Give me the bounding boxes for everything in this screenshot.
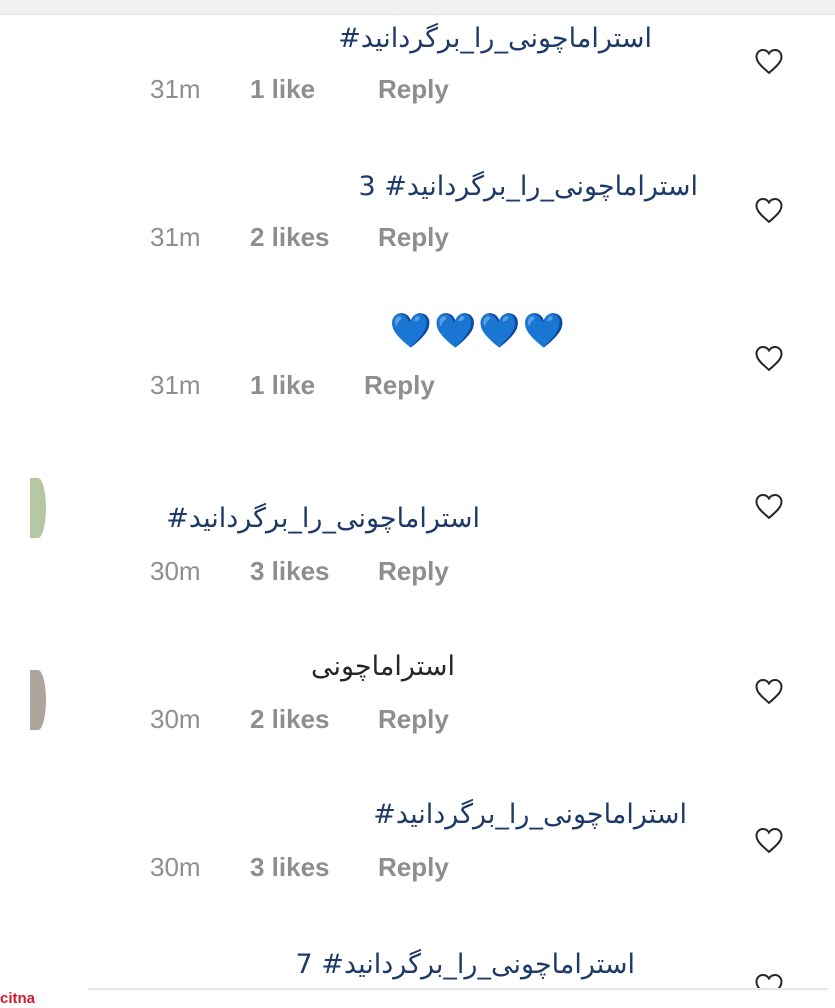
- comment-text: 💙💙💙💙: [390, 314, 567, 348]
- heart-outline-icon[interactable]: [754, 492, 784, 520]
- comment-item: استراماچونی_را_برگردانید# 31m 1 like Rep…: [0, 14, 835, 154]
- avatar[interactable]: [30, 478, 46, 538]
- comment-likes[interactable]: 1 like: [250, 370, 364, 401]
- comment-item: 💙💙💙💙 31m 1 like Reply: [0, 310, 835, 450]
- comment-time: 30m: [150, 852, 201, 882]
- comment-text: استراماچونی_را_برگردانید#: [338, 23, 652, 54]
- reply-button[interactable]: Reply: [364, 370, 435, 401]
- comments-screen: استراماچونی_را_برگردانید# 31m 1 like Rep…: [0, 0, 835, 1008]
- top-bar: [0, 0, 835, 15]
- comment-text: استراماچونی_را_برگردانید#: [373, 799, 687, 830]
- blue-heart-emoji: 💙💙💙💙: [389, 311, 567, 351]
- comment-meta: 31m 1 like Reply: [150, 370, 435, 401]
- comment-item: استراماچونی_را_برگردانید# 3 31m 2 likes …: [0, 162, 835, 302]
- comment-time: 30m: [150, 556, 201, 586]
- comment-meta: 30m 3 likes Reply: [150, 852, 449, 883]
- comment-text: استراماچونی: [310, 651, 455, 682]
- comment-likes[interactable]: 2 likes: [250, 704, 378, 735]
- reply-button[interactable]: Reply: [378, 74, 449, 105]
- bottom-bar: [0, 990, 835, 1008]
- heart-outline-icon[interactable]: [754, 344, 784, 372]
- reply-button[interactable]: Reply: [378, 556, 449, 587]
- comment-time: 31m: [150, 370, 201, 400]
- comment-item: استراماچونی_را_برگردانید# 30m 3 likes Re…: [0, 468, 835, 608]
- comment-meta: 31m 1 like Reply: [150, 74, 449, 105]
- watermark-logo: citna: [0, 990, 46, 1008]
- comment-time: 31m: [150, 222, 201, 252]
- comment-text: استراماچونی_را_برگردانید# 3: [358, 171, 698, 202]
- reply-button[interactable]: Reply: [378, 222, 449, 253]
- comment-likes[interactable]: 2 likes: [250, 222, 378, 253]
- comment-likes[interactable]: 1 like: [250, 74, 378, 105]
- comment-item: استراماچونی_را_برگردانید# 7: [0, 936, 835, 990]
- comment-meta: 31m 2 likes Reply: [150, 222, 449, 253]
- comment-text: استراماچونی_را_برگردانید# 7: [295, 949, 635, 980]
- comment-item: استراماچونی 30m 2 likes Reply: [0, 640, 835, 780]
- heart-outline-icon[interactable]: [754, 677, 784, 705]
- comment-text: استراماچونی_را_برگردانید#: [166, 503, 480, 534]
- comment-time: 31m: [150, 74, 201, 104]
- avatar[interactable]: [30, 670, 46, 730]
- heart-outline-icon[interactable]: [754, 196, 784, 224]
- comment-item: استراماچونی_را_برگردانید# 30m 3 likes Re…: [0, 790, 835, 930]
- reply-button[interactable]: Reply: [378, 704, 449, 735]
- comment-meta: 30m 2 likes Reply: [150, 704, 449, 735]
- comment-time: 30m: [150, 704, 201, 734]
- heart-outline-icon[interactable]: [754, 826, 784, 854]
- heart-outline-icon[interactable]: [754, 47, 784, 75]
- comment-meta: 30m 3 likes Reply: [150, 556, 449, 587]
- comment-likes[interactable]: 3 likes: [250, 556, 378, 587]
- reply-button[interactable]: Reply: [378, 852, 449, 883]
- comment-likes[interactable]: 3 likes: [250, 852, 378, 883]
